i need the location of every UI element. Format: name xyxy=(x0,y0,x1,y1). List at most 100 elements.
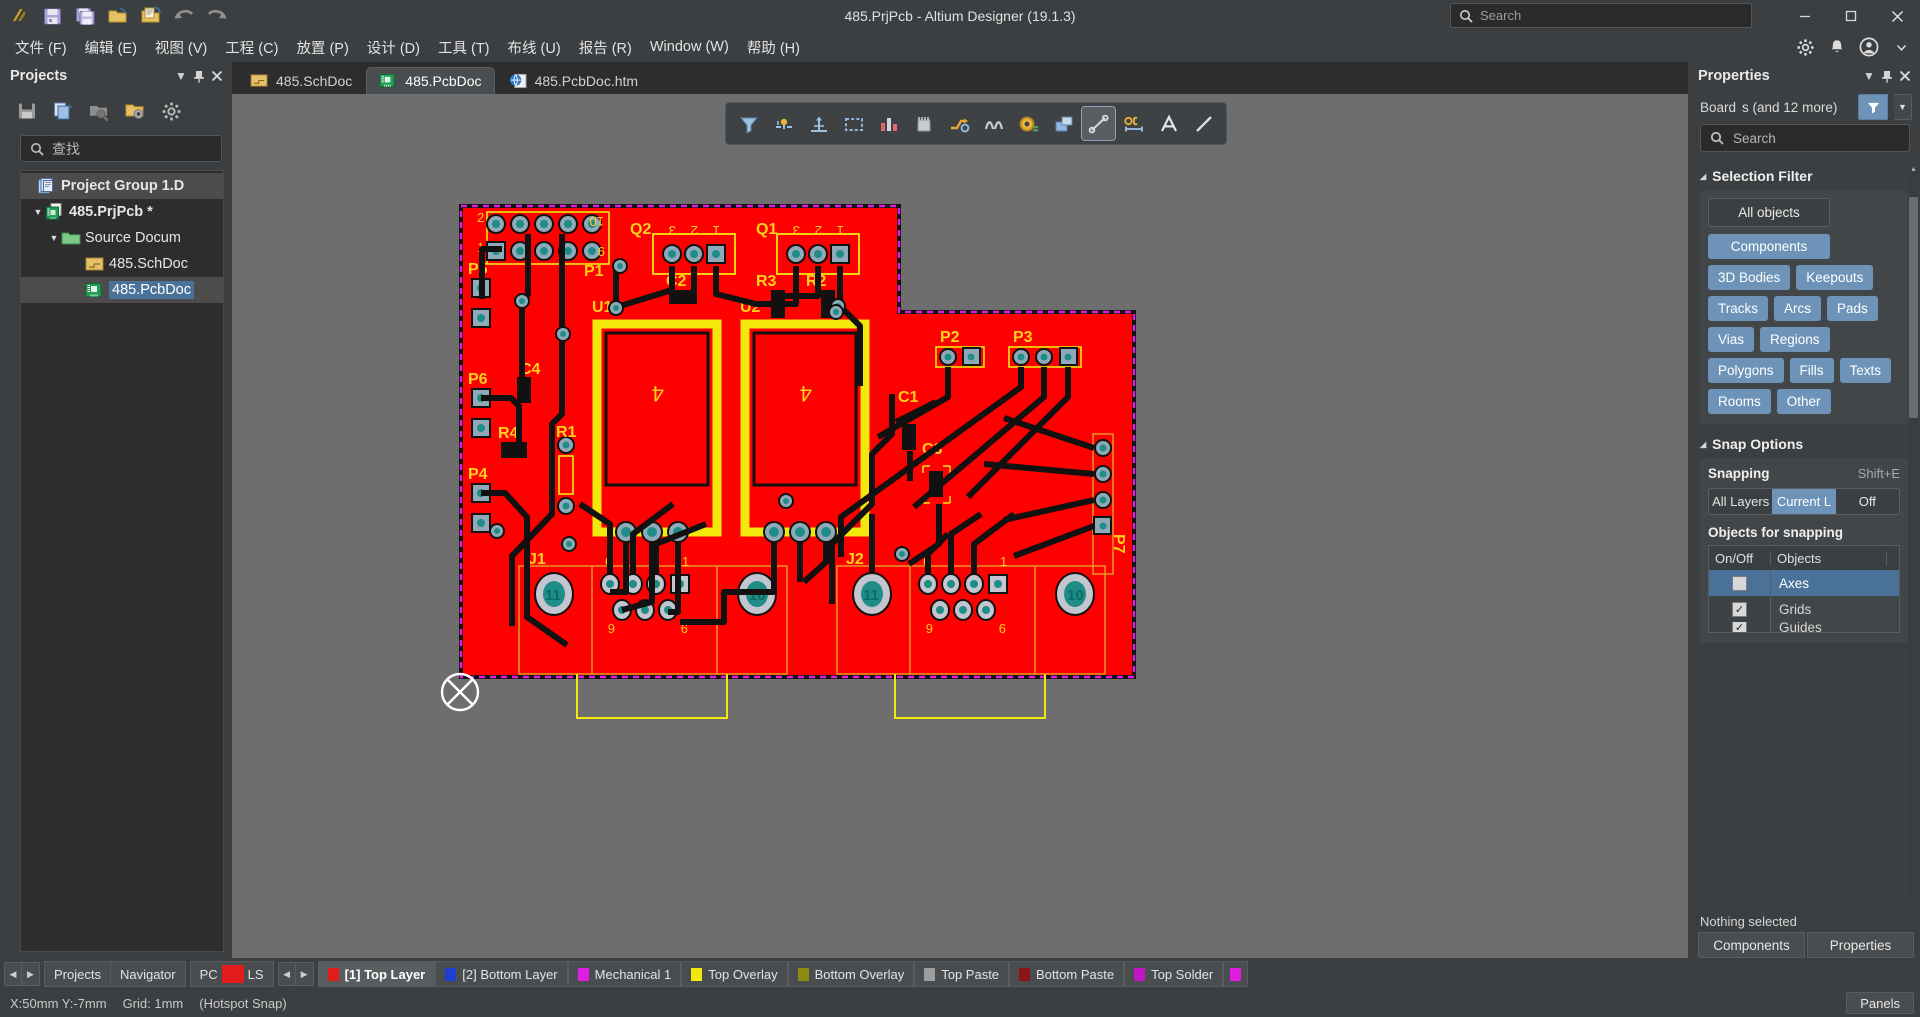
tab-properties[interactable]: Properties xyxy=(1807,932,1914,958)
place-line-icon[interactable] xyxy=(1187,107,1220,140)
altium-logo-icon[interactable] xyxy=(4,3,34,29)
filter-chip-rooms[interactable]: Rooms xyxy=(1708,389,1771,414)
place-via-icon[interactable] xyxy=(1012,107,1045,140)
filter-all-objects-button[interactable]: All objects xyxy=(1708,198,1830,227)
layer-sets-tab[interactable]: PC LS xyxy=(189,961,274,987)
filter-chip-polygons[interactable]: Polygons xyxy=(1708,358,1784,383)
save-project-icon[interactable] xyxy=(14,98,40,124)
layer-tab-bottom-layer[interactable]: [2] Bottom Layer xyxy=(435,961,568,987)
tab-components[interactable]: Components xyxy=(1698,932,1805,958)
layer-tab-mechanical-1[interactable]: Mechanical 1 xyxy=(567,961,682,987)
snap-checkbox-cell[interactable] xyxy=(1709,570,1771,596)
selection-filter-section-header[interactable]: ◢ Selection Filter xyxy=(1688,160,1908,190)
place-component-icon[interactable] xyxy=(872,107,905,140)
snap-checkbox-cell[interactable]: ✓ xyxy=(1709,622,1771,632)
menu-reports[interactable]: 报告 (R) xyxy=(570,33,641,62)
table-row[interactable]: ✓ Guides xyxy=(1709,622,1899,632)
tree-item-source-documents[interactable]: ▼ Source Docum xyxy=(21,225,223,251)
tab-485-schdoc[interactable]: 485.SchDoc xyxy=(238,67,364,94)
close-icon[interactable] xyxy=(1896,67,1914,85)
filter-chip-fills[interactable]: Fills xyxy=(1789,358,1834,383)
menu-place[interactable]: 放置 (P) xyxy=(287,33,357,62)
table-row[interactable]: ✓ Grids xyxy=(1709,596,1899,622)
tree-expander[interactable]: ▼ xyxy=(47,233,61,243)
snap-checkbox-cell[interactable]: ✓ xyxy=(1709,596,1771,622)
checkbox-unchecked-icon[interactable] xyxy=(1732,575,1747,591)
table-row[interactable]: Axes xyxy=(1709,570,1899,596)
filter-chip-arcs[interactable]: Arcs xyxy=(1774,296,1821,321)
filter-chip-texts[interactable]: Texts xyxy=(1839,358,1892,383)
funnel-icon[interactable] xyxy=(1858,94,1888,120)
place-dimension-icon[interactable] xyxy=(1117,107,1150,140)
panel-tab-projects[interactable]: Projects xyxy=(44,961,111,987)
tree-item-schdoc[interactable]: 485.SchDoc xyxy=(21,251,223,277)
close-button[interactable] xyxy=(1874,0,1920,32)
snap-current-layer-option[interactable]: Current L xyxy=(1772,489,1836,514)
open-document-icon[interactable] xyxy=(136,3,166,29)
pin-icon[interactable] xyxy=(1878,67,1896,85)
tab-485-pcbdoc[interactable]: 485.PcbDoc xyxy=(366,67,495,94)
filter-chip-components[interactable]: Components xyxy=(1708,234,1830,259)
minimize-button[interactable] xyxy=(1782,0,1828,32)
scroll-up-arrow[interactable]: ▲ xyxy=(1909,166,1918,173)
checkbox-checked-icon[interactable]: ✓ xyxy=(1732,601,1747,617)
open-project-search-icon[interactable] xyxy=(86,98,112,124)
pin-icon[interactable] xyxy=(190,67,208,85)
menu-tools[interactable]: 工具 (T) xyxy=(429,33,499,62)
checkbox-checked-icon[interactable]: ✓ xyxy=(1732,622,1747,632)
tree-item-prjpcb[interactable]: ▼ 485.PrjPcb * xyxy=(21,199,223,225)
open-folder-icon[interactable] xyxy=(103,3,133,29)
menu-route[interactable]: 布线 (U) xyxy=(499,33,570,62)
layer-tab-top-overlay[interactable]: Top Overlay xyxy=(681,961,788,987)
layer-tab-top-paste[interactable]: Top Paste xyxy=(914,961,1010,987)
maximize-button[interactable] xyxy=(1828,0,1874,32)
save-icon[interactable] xyxy=(37,3,67,29)
chevron-down-icon[interactable]: ▼ xyxy=(172,67,190,85)
place-ic-icon[interactable] xyxy=(907,107,940,140)
filter-chip-other[interactable]: Other xyxy=(1776,389,1831,414)
place-string-icon[interactable] xyxy=(1152,107,1185,140)
save-all-icon[interactable] xyxy=(70,3,100,29)
tab-485-pcbdoc-htm[interactable]: 485.PcbDoc.htm xyxy=(497,67,651,94)
bell-icon[interactable] xyxy=(1822,34,1852,60)
layer-scroll-left-button[interactable]: ◀ xyxy=(4,962,22,986)
pcb-canvas[interactable]: 2 1 10 9 P1 Q2 3 2 1 Q1 3 2 1 C2 R3 R2 4… xyxy=(232,94,1688,958)
scrollbar-thumb[interactable] xyxy=(1909,197,1918,418)
filter-chip-regions[interactable]: Regions xyxy=(1760,327,1830,352)
snap-options-section-header[interactable]: ◢ Snap Options xyxy=(1688,428,1908,458)
tree-item-pcbdoc[interactable]: 485.PcbDoc xyxy=(21,277,223,303)
menu-file[interactable]: 文件 (F) xyxy=(6,33,76,62)
project-options-icon[interactable] xyxy=(122,98,148,124)
interactive-routing-icon[interactable] xyxy=(942,107,975,140)
snap-all-layers-option[interactable]: All Layers xyxy=(1709,489,1773,514)
layer-tab-top-solder[interactable]: Top Solder xyxy=(1124,961,1224,987)
layer-prev-button[interactable]: ◀ xyxy=(277,962,296,986)
layer-tab-bottom-overlay[interactable]: Bottom Overlay xyxy=(787,961,915,987)
filter-dropdown-button[interactable]: ▼ xyxy=(1894,94,1912,120)
cross-probe-icon[interactable] xyxy=(767,107,800,140)
global-search-box[interactable]: Search xyxy=(1450,3,1752,28)
layer-tab-bottom-paste[interactable]: Bottom Paste xyxy=(1009,961,1125,987)
area-select-icon[interactable] xyxy=(837,107,870,140)
menu-design[interactable]: 设计 (D) xyxy=(358,33,429,62)
tree-item-project-group[interactable]: Project Group 1.D xyxy=(21,173,223,199)
menu-help[interactable]: 帮助 (H) xyxy=(738,33,809,62)
differential-pair-routing-icon[interactable] xyxy=(977,107,1010,140)
undo-icon[interactable] xyxy=(169,3,199,29)
redo-icon[interactable] xyxy=(202,3,232,29)
compile-document-icon[interactable] xyxy=(50,98,76,124)
filter-chip-tracks[interactable]: Tracks xyxy=(1708,296,1768,321)
layer-next-button[interactable]: ▶ xyxy=(295,962,314,986)
close-icon[interactable] xyxy=(208,67,226,85)
user-account-icon[interactable] xyxy=(1854,34,1884,60)
tree-expander[interactable]: ▼ xyxy=(31,207,45,217)
selection-filter-icon[interactable] xyxy=(732,107,765,140)
origin-axis-icon[interactable] xyxy=(802,107,835,140)
panel-tab-navigator[interactable]: Navigator xyxy=(110,961,186,987)
gear-icon[interactable] xyxy=(1790,34,1820,60)
menu-view[interactable]: 视图 (V) xyxy=(146,33,216,62)
menu-window[interactable]: Window (W) xyxy=(641,35,738,59)
measure-distance-icon[interactable] xyxy=(1081,106,1116,141)
properties-scrollbar[interactable]: ▲ xyxy=(1909,166,1918,902)
filter-chip-vias[interactable]: Vias xyxy=(1708,327,1755,352)
